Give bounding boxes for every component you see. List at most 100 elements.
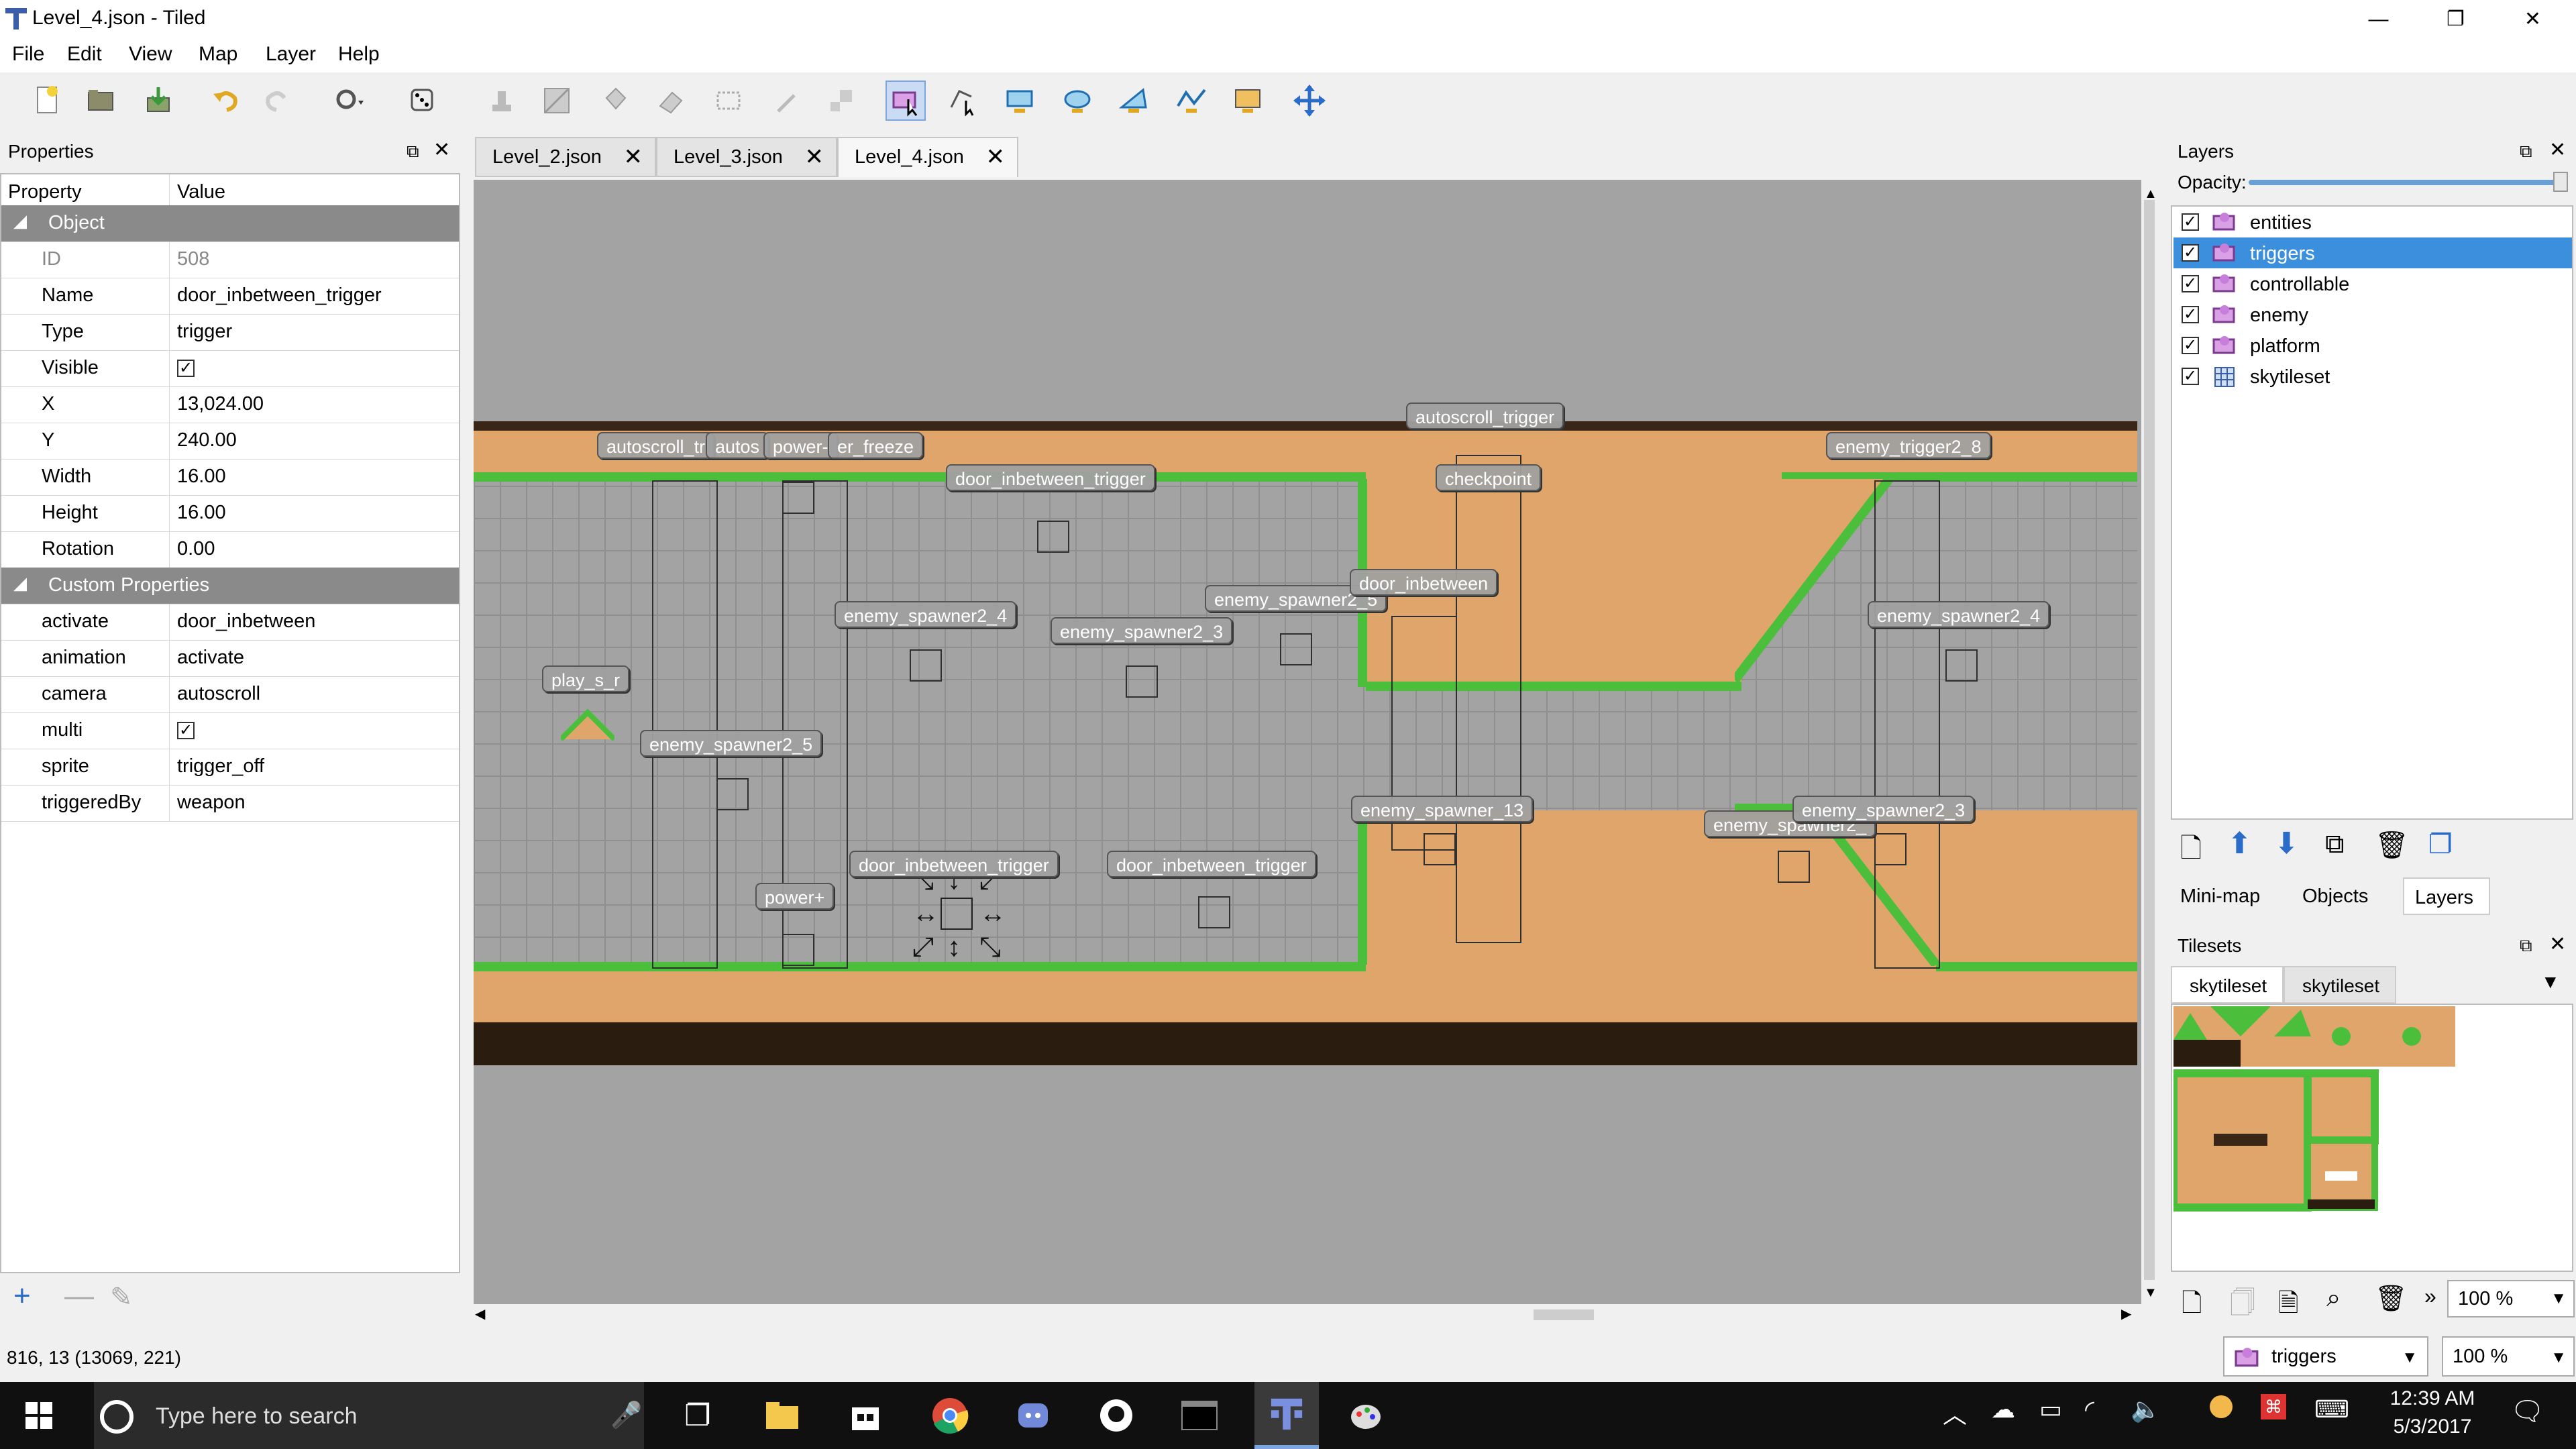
- vertical-scrollbar[interactable]: ▲ ▼: [2141, 180, 2157, 1304]
- new-tileset-icon[interactable]: 🗋: [2182, 1284, 2202, 1328]
- prop-row-activate[interactable]: activate door_inbetween: [1, 604, 459, 641]
- prop-row-height[interactable]: Height 16.00: [1, 495, 459, 532]
- transform-handles-icon[interactable]: ⤡ ↕ ⤢ ↔ ↔ ⤢ ↕ ⤡: [912, 867, 1006, 961]
- rectangle-select-icon[interactable]: [708, 80, 749, 121]
- random-mode-icon[interactable]: [402, 80, 443, 121]
- map-label[interactable]: enemy_spawner2_5: [640, 730, 822, 757]
- map-label[interactable]: power-: [763, 432, 838, 459]
- new-layer-icon[interactable]: 🗋: [2180, 829, 2202, 875]
- show-hidden-icons-chevron-icon[interactable]: ︿: [1943, 1395, 1967, 1430]
- collapse-triangle-icon[interactable]: ◢: [13, 211, 27, 231]
- new-file-icon[interactable]: [27, 80, 67, 121]
- github-icon[interactable]: [1092, 1391, 1140, 1440]
- map-label[interactable]: door_inbetween_trigger: [946, 464, 1155, 491]
- scroll-left-icon[interactable]: ◀: [475, 1305, 485, 1322]
- opacity-slider-handle[interactable]: [2553, 172, 2568, 192]
- tileset-tab-1[interactable]: skytileset: [2171, 966, 2284, 1004]
- move-icon[interactable]: [1289, 80, 1330, 121]
- save-icon[interactable]: [138, 80, 178, 121]
- prop-row-triggeredby[interactable]: triggeredBy weapon: [1, 785, 459, 822]
- map-label[interactable]: enemy_spawner2_4: [835, 601, 1017, 628]
- map-label[interactable]: autoscroll_tr: [597, 432, 715, 459]
- edit-polygons-icon[interactable]: [942, 80, 982, 121]
- map-label[interactable]: autoscroll_trigger: [1406, 402, 1564, 429]
- insert-polygon-icon[interactable]: [1114, 80, 1154, 121]
- add-property-icon[interactable]: +: [13, 1281, 31, 1311]
- paint-icon[interactable]: [1342, 1391, 1390, 1440]
- bucket-fill-icon[interactable]: [594, 80, 635, 121]
- toggle-other-layers-icon[interactable]: ❐: [2428, 829, 2453, 860]
- discord-icon[interactable]: [1009, 1391, 1057, 1440]
- layer-item-entities[interactable]: ✓ entities: [2174, 207, 2572, 237]
- tileset-image[interactable]: [2174, 1006, 2455, 1214]
- prop-row-type[interactable]: Type trigger: [1, 314, 459, 351]
- map-canvas[interactable]: ⤡ ↕ ⤢ ↔ ↔ ⤢ ↕ ⤡ autoscroll_tr autos power- er…: [474, 180, 2141, 1304]
- tileset-tab-2[interactable]: skytileset: [2284, 966, 2396, 1004]
- current-layer-combo[interactable]: triggers ▼: [2223, 1336, 2428, 1377]
- map-object[interactable]: [716, 778, 749, 810]
- volume-icon[interactable]: 🔈: [2131, 1395, 2161, 1424]
- float-panel-icon[interactable]: ⧉: [2520, 141, 2532, 162]
- close-panel-icon[interactable]: ✕: [433, 138, 450, 162]
- map-label[interactable]: checkpoint: [1436, 464, 1542, 491]
- map-label[interactable]: power+: [755, 883, 835, 910]
- clock-date[interactable]: 5/3/2017: [2379, 1415, 2486, 1438]
- map-label[interactable]: play_s_r: [542, 665, 630, 692]
- horizontal-scroll-thumb[interactable]: [1534, 1309, 1594, 1320]
- map-object[interactable]: [910, 649, 942, 682]
- level-map[interactable]: ⤡ ↕ ⤢ ↔ ↔ ⤢ ↕ ⤡ autoscroll_tr autos power- er…: [474, 402, 2137, 1065]
- map-object[interactable]: [782, 482, 814, 514]
- map-label[interactable]: autos: [706, 432, 769, 459]
- prop-row-camera[interactable]: camera autoscroll: [1, 676, 459, 713]
- file-explorer-icon[interactable]: [758, 1391, 806, 1440]
- map-label[interactable]: enemy_spawner_13: [1351, 796, 1534, 822]
- stamp-settings-icon[interactable]: [329, 80, 369, 121]
- undo-icon[interactable]: [205, 80, 246, 121]
- tab-level-2[interactable]: Level_2.json ✕: [475, 137, 656, 177]
- battery-icon[interactable]: ▭: [2039, 1395, 2062, 1424]
- map-object[interactable]: [1126, 665, 1158, 698]
- menu-help[interactable]: Help: [338, 43, 380, 66]
- windows-start-icon[interactable]: [15, 1391, 63, 1440]
- select-objects-icon[interactable]: [885, 80, 926, 121]
- map-object[interactable]: [1424, 833, 1456, 865]
- close-panel-icon[interactable]: ✕: [2549, 932, 2566, 956]
- restore-button[interactable]: ❐: [2417, 0, 2494, 39]
- map-object[interactable]: [782, 934, 814, 966]
- terrain-brush-icon[interactable]: [537, 80, 577, 121]
- map-object[interactable]: [1198, 896, 1230, 928]
- map-label[interactable]: enemy_spawner2_4: [1868, 601, 2050, 628]
- map-object[interactable]: [1945, 649, 1978, 682]
- menu-edit[interactable]: Edit: [67, 43, 102, 66]
- tiled-taskbar-button[interactable]: [1254, 1382, 1319, 1449]
- duplicate-layer-icon[interactable]: ⧉: [2325, 829, 2345, 859]
- insert-ellipse-icon[interactable]: [1057, 80, 1097, 121]
- task-view-icon[interactable]: ❐: [674, 1391, 722, 1440]
- close-button[interactable]: ✕: [2494, 0, 2571, 39]
- prop-row-animation[interactable]: animation activate: [1, 640, 459, 677]
- vertical-scroll-thumb[interactable]: [2144, 200, 2155, 1280]
- remove-tileset-icon[interactable]: 🗑: [2375, 1284, 2407, 1313]
- prop-row-rotation[interactable]: Rotation 0.00: [1, 531, 459, 568]
- insert-tile-icon[interactable]: [1228, 80, 1268, 121]
- layer-visible-checkbox[interactable]: ✓: [2182, 337, 2199, 354]
- map-object[interactable]: [1778, 851, 1810, 883]
- close-panel-icon[interactable]: ✕: [2549, 138, 2566, 162]
- layer-visible-checkbox[interactable]: ✓: [2182, 244, 2199, 262]
- minimize-button[interactable]: —: [2340, 0, 2417, 39]
- tray-app-icon[interactable]: [2210, 1395, 2233, 1418]
- taskbar-search-box[interactable]: Type here to search 🎤: [94, 1382, 644, 1449]
- visible-checkbox[interactable]: ✓: [177, 360, 195, 377]
- map-label[interactable]: enemy_spawner2_3: [1051, 617, 1233, 644]
- export-tileset-icon[interactable]: 🗎: [2278, 1284, 2299, 1328]
- select-same-tile-icon[interactable]: [821, 80, 861, 121]
- map-object[interactable]: [1280, 633, 1312, 665]
- map-label[interactable]: enemy_spawner2_3: [1792, 796, 1975, 822]
- float-panel-icon[interactable]: ⧉: [407, 141, 419, 162]
- layer-visible-checkbox[interactable]: ✓: [2182, 306, 2199, 323]
- chrome-icon[interactable]: [926, 1391, 974, 1440]
- opacity-slider[interactable]: [2249, 180, 2564, 185]
- raise-layer-icon[interactable]: ⬆: [2227, 826, 2252, 861]
- store-icon[interactable]: [841, 1391, 890, 1440]
- action-center-icon[interactable]: 🗨: [2510, 1395, 2544, 1427]
